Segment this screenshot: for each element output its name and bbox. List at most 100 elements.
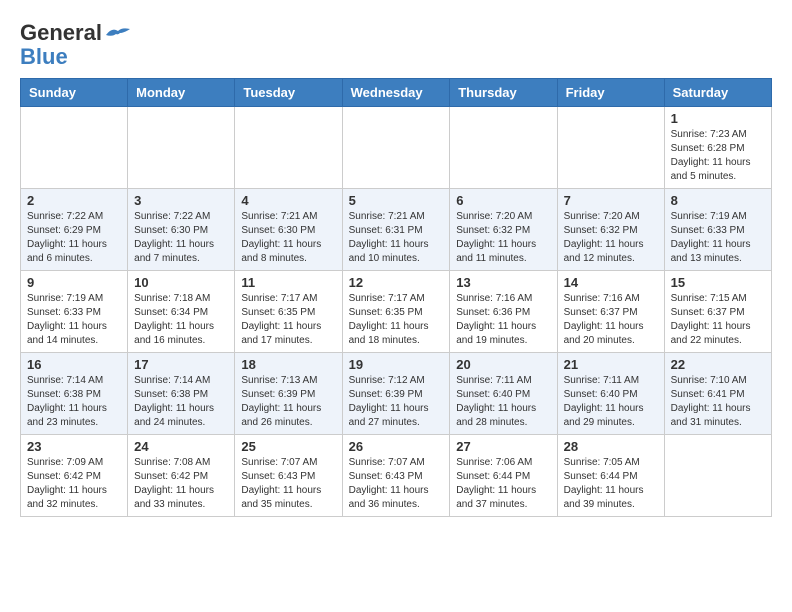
day-info: Sunrise: 7:22 AMSunset: 6:29 PMDaylight:…	[27, 210, 121, 266]
day-info: Sunrise: 7:11 AMSunset: 6:40 PMDaylight:…	[564, 374, 658, 430]
day-number: 20	[456, 357, 550, 372]
day-info: Sunrise: 7:23 AMSunset: 6:28 PMDaylight:…	[671, 128, 765, 184]
day-info: Sunrise: 7:08 AMSunset: 6:42 PMDaylight:…	[134, 456, 228, 512]
day-number: 6	[456, 193, 550, 208]
day-info: Sunrise: 7:20 AMSunset: 6:32 PMDaylight:…	[564, 210, 658, 266]
calendar-cell: 6 Sunrise: 7:20 AMSunset: 6:32 PMDaylight…	[450, 189, 557, 271]
day-number: 10	[134, 275, 228, 290]
calendar-cell: 20Sunrise: 7:11 AMSunset: 6:40 PMDayligh…	[450, 353, 557, 435]
calendar-cell	[128, 107, 235, 189]
day-number: 21	[564, 357, 658, 372]
day-info: Sunrise: 7:16 AMSunset: 6:36 PMDaylight:…	[456, 292, 550, 348]
day-number: 23	[27, 439, 121, 454]
calendar-cell	[557, 107, 664, 189]
day-info: Sunrise: 7:12 AMSunset: 6:39 PMDaylight:…	[349, 374, 444, 430]
day-info: Sunrise: 7:19 AMSunset: 6:33 PMDaylight:…	[671, 210, 765, 266]
day-number: 28	[564, 439, 658, 454]
day-number: 12	[349, 275, 444, 290]
calendar-cell: 18 Sunrise: 7:13 AMSunset: 6:39 PMDayligh…	[235, 353, 342, 435]
day-number: 26	[349, 439, 444, 454]
calendar-cell: 12Sunrise: 7:17 AMSunset: 6:35 PMDayligh…	[342, 271, 450, 353]
logo-bird-icon	[104, 25, 132, 43]
day-info: Sunrise: 7:17 AMSunset: 6:35 PMDaylight:…	[241, 292, 335, 348]
day-info: Sunrise: 7:06 AMSunset: 6:44 PMDaylight:…	[456, 456, 550, 512]
calendar-header-monday: Monday	[128, 79, 235, 107]
calendar-cell: 9 Sunrise: 7:19 AMSunset: 6:33 PMDaylight…	[21, 271, 128, 353]
day-info: Sunrise: 7:07 AMSunset: 6:43 PMDaylight:…	[349, 456, 444, 512]
day-info: Sunrise: 7:09 AMSunset: 6:42 PMDaylight:…	[27, 456, 121, 512]
day-number: 14	[564, 275, 658, 290]
calendar-week-row: 16 Sunrise: 7:14 AMSunset: 6:38 PMDayligh…	[21, 353, 772, 435]
calendar-cell: 1Sunrise: 7:23 AMSunset: 6:28 PMDaylight…	[664, 107, 771, 189]
calendar-cell	[664, 435, 771, 517]
calendar-cell: 13 Sunrise: 7:16 AMSunset: 6:36 PMDayligh…	[450, 271, 557, 353]
day-number: 9	[27, 275, 121, 290]
day-number: 3	[134, 193, 228, 208]
calendar-cell: 26 Sunrise: 7:07 AMSunset: 6:43 PMDayligh…	[342, 435, 450, 517]
day-number: 19	[349, 357, 444, 372]
day-number: 2	[27, 193, 121, 208]
day-number: 15	[671, 275, 765, 290]
day-info: Sunrise: 7:18 AMSunset: 6:34 PMDaylight:…	[134, 292, 228, 348]
day-number: 8	[671, 193, 765, 208]
calendar-cell: 7 Sunrise: 7:20 AMSunset: 6:32 PMDaylight…	[557, 189, 664, 271]
calendar-week-row: 1Sunrise: 7:23 AMSunset: 6:28 PMDaylight…	[21, 107, 772, 189]
day-info: Sunrise: 7:21 AMSunset: 6:31 PMDaylight:…	[349, 210, 444, 266]
calendar-cell: 14 Sunrise: 7:16 AMSunset: 6:37 PMDayligh…	[557, 271, 664, 353]
calendar-cell	[235, 107, 342, 189]
calendar-week-row: 2 Sunrise: 7:22 AMSunset: 6:29 PMDaylight…	[21, 189, 772, 271]
day-info: Sunrise: 7:22 AMSunset: 6:30 PMDaylight:…	[134, 210, 228, 266]
calendar-header-saturday: Saturday	[664, 79, 771, 107]
calendar-cell: 4Sunrise: 7:21 AMSunset: 6:30 PMDaylight…	[235, 189, 342, 271]
day-info: Sunrise: 7:10 AMSunset: 6:41 PMDaylight:…	[671, 374, 765, 430]
day-number: 16	[27, 357, 121, 372]
day-info: Sunrise: 7:19 AMSunset: 6:33 PMDaylight:…	[27, 292, 121, 348]
calendar-cell	[21, 107, 128, 189]
calendar-cell: 10 Sunrise: 7:18 AMSunset: 6:34 PMDayligh…	[128, 271, 235, 353]
header: General Blue	[20, 20, 772, 68]
calendar-cell: 11 Sunrise: 7:17 AMSunset: 6:35 PMDayligh…	[235, 271, 342, 353]
day-info: Sunrise: 7:07 AMSunset: 6:43 PMDaylight:…	[241, 456, 335, 512]
calendar-week-row: 9 Sunrise: 7:19 AMSunset: 6:33 PMDaylight…	[21, 271, 772, 353]
calendar-cell	[450, 107, 557, 189]
day-number: 7	[564, 193, 658, 208]
calendar-header-sunday: Sunday	[21, 79, 128, 107]
day-number: 5	[349, 193, 444, 208]
calendar-cell: 17 Sunrise: 7:14 AMSunset: 6:38 PMDayligh…	[128, 353, 235, 435]
logo-text: General	[20, 20, 132, 46]
calendar-cell: 3 Sunrise: 7:22 AMSunset: 6:30 PMDaylight…	[128, 189, 235, 271]
calendar-cell: 27 Sunrise: 7:06 AMSunset: 6:44 PMDayligh…	[450, 435, 557, 517]
day-number: 25	[241, 439, 335, 454]
day-info: Sunrise: 7:13 AMSunset: 6:39 PMDaylight:…	[241, 374, 335, 430]
day-number: 4	[241, 193, 335, 208]
calendar-cell	[342, 107, 450, 189]
day-number: 11	[241, 275, 335, 290]
calendar-cell: 22 Sunrise: 7:10 AMSunset: 6:41 PMDayligh…	[664, 353, 771, 435]
calendar-header-tuesday: Tuesday	[235, 79, 342, 107]
day-info: Sunrise: 7:16 AMSunset: 6:37 PMDaylight:…	[564, 292, 658, 348]
day-number: 27	[456, 439, 550, 454]
day-info: Sunrise: 7:15 AMSunset: 6:37 PMDaylight:…	[671, 292, 765, 348]
logo-general: General	[20, 20, 102, 45]
calendar-cell: 8 Sunrise: 7:19 AMSunset: 6:33 PMDaylight…	[664, 189, 771, 271]
calendar-header-friday: Friday	[557, 79, 664, 107]
calendar-cell: 24 Sunrise: 7:08 AMSunset: 6:42 PMDayligh…	[128, 435, 235, 517]
day-info: Sunrise: 7:05 AMSunset: 6:44 PMDaylight:…	[564, 456, 658, 512]
day-info: Sunrise: 7:14 AMSunset: 6:38 PMDaylight:…	[134, 374, 228, 430]
day-number: 17	[134, 357, 228, 372]
calendar-cell: 25 Sunrise: 7:07 AMSunset: 6:43 PMDayligh…	[235, 435, 342, 517]
calendar-week-row: 23 Sunrise: 7:09 AMSunset: 6:42 PMDayligh…	[21, 435, 772, 517]
calendar-header-thursday: Thursday	[450, 79, 557, 107]
day-info: Sunrise: 7:20 AMSunset: 6:32 PMDaylight:…	[456, 210, 550, 266]
day-number: 22	[671, 357, 765, 372]
day-number: 24	[134, 439, 228, 454]
day-number: 13	[456, 275, 550, 290]
calendar-cell: 2 Sunrise: 7:22 AMSunset: 6:29 PMDaylight…	[21, 189, 128, 271]
calendar: SundayMondayTuesdayWednesdayThursdayFrid…	[20, 78, 772, 517]
calendar-cell: 5 Sunrise: 7:21 AMSunset: 6:31 PMDaylight…	[342, 189, 450, 271]
calendar-header-wednesday: Wednesday	[342, 79, 450, 107]
day-number: 18	[241, 357, 335, 372]
calendar-cell: 23 Sunrise: 7:09 AMSunset: 6:42 PMDayligh…	[21, 435, 128, 517]
calendar-cell: 15 Sunrise: 7:15 AMSunset: 6:37 PMDayligh…	[664, 271, 771, 353]
calendar-cell: 19 Sunrise: 7:12 AMSunset: 6:39 PMDayligh…	[342, 353, 450, 435]
